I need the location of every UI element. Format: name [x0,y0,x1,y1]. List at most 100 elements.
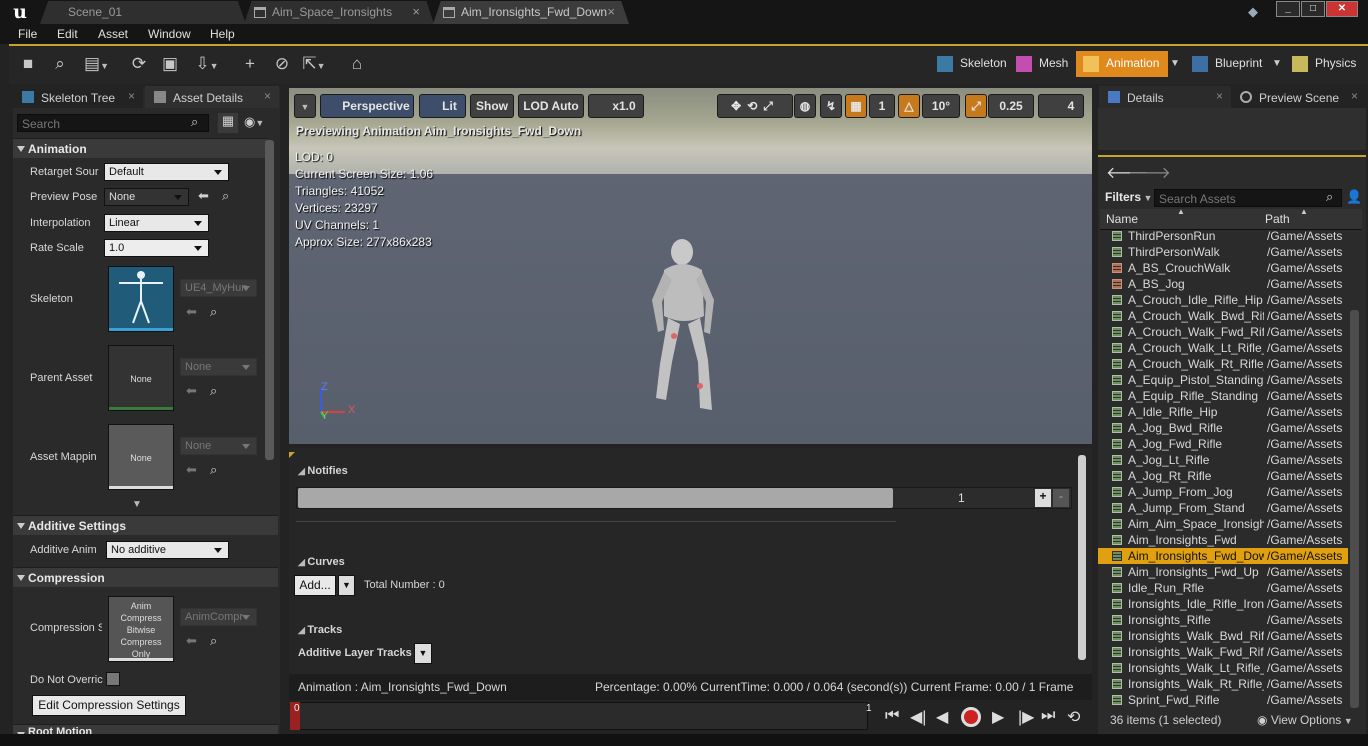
tab-scene[interactable]: Scene_01 [40,1,246,24]
playback-speed-button[interactable]: x1.0 [588,94,644,118]
close-icon[interactable]: × [607,4,615,19]
asset-row[interactable]: A_Jog_Bwd_Rifle/Game/Assets [1098,420,1348,436]
notify-track-bar[interactable] [298,488,893,508]
use-selected-icon[interactable]: ⬅ [186,383,197,399]
use-selected-icon[interactable]: ⬅ [198,188,209,204]
reimport-icon[interactable]: ▤▼ [84,52,109,76]
asset-row[interactable]: A_Crouch_Idle_Rifle_Hip/Game/Assets [1098,292,1348,308]
play-icon[interactable]: ▶ [992,707,1004,727]
menu-edit[interactable]: Edit [57,27,78,41]
remove-notify-track-button[interactable]: - [1053,489,1069,507]
preview-viewport[interactable]: Z Y X [289,88,1092,444]
chevron-down-icon[interactable]: ▼ [1272,58,1282,69]
category-animation[interactable]: Animation [13,138,267,158]
asset-row[interactable]: A_BS_Jog/Game/Assets [1098,276,1348,292]
grid-snap-value[interactable]: 1 [869,94,895,118]
use-selected-icon[interactable]: ⬅ [186,633,197,649]
asset-row[interactable]: Ironsights_Walk_Bwd_Rif/Game/Assets [1098,628,1348,644]
preview-pose-select[interactable]: None [104,188,189,206]
asset-mapping-thumbnail[interactable]: None [108,424,174,490]
browse-icon[interactable]: ⌕ [210,304,217,320]
close-icon[interactable]: × [1351,89,1358,103]
feedback-icon[interactable]: ◆ [1248,4,1264,20]
save-icon[interactable]: ■ [16,52,40,76]
asset-row[interactable]: Aim_Ironsights_Fwd_Dow/Game/Assets [1098,548,1348,564]
filters-button[interactable]: Filters ▼ [1105,190,1152,204]
edit-compression-button[interactable]: Edit Compression Settings [32,695,186,716]
use-selected-icon[interactable]: ⬅ [186,462,197,478]
column-name[interactable]: Name [1106,212,1138,226]
category-compression[interactable]: Compression [13,567,278,587]
user-icon[interactable]: 👤 [1346,189,1362,205]
maximize-button[interactable]: □ [1301,1,1325,17]
browse-icon[interactable]: ⌕ [210,633,217,649]
asset-row[interactable]: Idle_Run_Rfle/Game/Assets [1098,580,1348,596]
asset-row[interactable]: A_Jog_Rt_Rifle/Game/Assets [1098,468,1348,484]
apply-compression-icon[interactable]: ⇩▼ [195,52,219,76]
asset-row[interactable]: A_Jog_Fwd_Rifle/Game/Assets [1098,436,1348,452]
asset-row[interactable]: A_Crouch_Walk_Bwd_Rifl/Game/Assets [1098,308,1348,324]
parent-asset-select[interactable]: None [180,358,257,376]
asset-row[interactable]: ThirdPersonWalk/Game/Assets [1098,244,1348,260]
tab-preview-scene[interactable]: Preview Scene × [1231,86,1366,108]
rotation-snap-value[interactable]: 10° [922,94,960,118]
menu-asset[interactable]: Asset [98,27,128,41]
browse-icon[interactable]: ⌕ [210,383,217,399]
asset-row[interactable]: Ironsights_Walk_Rt_Rifle_/Game/Assets [1098,676,1348,692]
asset-row[interactable]: A_Idle_Rifle_Hip/Game/Assets [1098,404,1348,420]
mode-blueprint[interactable]: Blueprint [1185,51,1270,77]
asset-row[interactable]: A_BS_CrouchWalk/Game/Assets [1098,260,1348,276]
do-not-override-checkbox[interactable] [106,672,120,686]
add-notify-track-button[interactable]: + [1035,489,1051,507]
show-button[interactable]: Show [470,94,514,118]
tab-details[interactable]: Details × [1099,86,1231,108]
asset-row[interactable]: Ironsights_Rifle/Game/Assets [1098,612,1348,628]
browse-icon[interactable]: ⌕ [48,52,72,76]
remove-icon[interactable]: ⊘ [270,52,294,76]
asset-row[interactable]: A_Crouch_Walk_Lt_Rifle_/Game/Assets [1098,340,1348,356]
minimize-button[interactable]: _ [1276,1,1300,17]
chevron-down-icon[interactable]: ▼ [1170,58,1180,69]
interpolation-select[interactable]: Linear [104,214,209,232]
create-asset-icon[interactable]: ⟳ [127,52,151,76]
lod-button[interactable]: LOD Auto [518,94,584,118]
add-curve-button[interactable]: Add... [294,575,336,596]
asset-row[interactable]: A_Jump_From_Jog/Game/Assets [1098,484,1348,500]
mode-mesh[interactable]: Mesh [1009,51,1076,77]
asset-row[interactable]: A_Jog_Lt_Rifle/Game/Assets [1098,452,1348,468]
camera-speed-button[interactable]: 4 [1038,94,1084,118]
asset-row[interactable]: A_Equip_Rifle_Standing/Game/Assets [1098,388,1348,404]
tab-skeleton-tree[interactable]: Skeleton Tree × [13,86,143,108]
menu-file[interactable]: File [18,27,37,41]
asset-row[interactable]: ThirdPersonRun/Game/Assets [1098,228,1348,244]
menu-window[interactable]: Window [148,27,191,41]
world-local-icon[interactable]: ◍ [794,94,816,118]
asset-row[interactable]: Ironsights_Walk_Lt_Rifle_/Game/Assets [1098,660,1348,676]
eye-icon[interactable]: ◉▼ [244,114,264,130]
play-reverse-icon[interactable]: ◀ [936,707,948,727]
sequencer-scrollbar[interactable] [1078,455,1086,660]
asset-row[interactable]: Ironsights_Walk_Fwd_Rif/Game/Assets [1098,644,1348,660]
asset-list-scrollbar[interactable] [1350,310,1359,708]
additive-anim-select[interactable]: No additive [106,541,229,559]
scale-snap-value[interactable]: 0.25 [988,94,1034,118]
export-icon[interactable]: ▣ [158,52,182,76]
tab-aim-space[interactable]: Aim_Space_Ironsights × [244,1,434,24]
step-back-icon[interactable]: ◀︎| [910,707,926,727]
asset-row[interactable]: Ironsights_Idle_Rifle_Iron/Game/Assets [1098,596,1348,612]
column-path[interactable]: Path [1265,212,1290,226]
preview-mesh-icon[interactable]: ⇱▼ [302,52,326,76]
close-icon[interactable]: × [1216,89,1223,103]
search-assets-input[interactable]: Search Assets [1154,189,1342,207]
find-in-browser-icon[interactable]: ⌂ [345,52,369,76]
close-icon[interactable]: × [412,4,420,19]
chevron-down-icon[interactable]: ▼ [338,575,355,596]
tracks-section[interactable]: ◢ Tracks [298,624,342,636]
close-icon[interactable]: × [264,89,271,103]
asset-mapping-select[interactable]: None [180,437,257,455]
viewport-options-button[interactable]: ▼ [294,94,316,118]
asset-row[interactable]: A_Equip_Pistol_Standing/Game/Assets [1098,372,1348,388]
view-toggle-icon[interactable]: ▦ [218,113,238,133]
compression-thumbnail[interactable]: Anim Compress Bitwise Compress Only [108,596,174,662]
transform-tools[interactable]: ✥⟲⤢ [717,94,793,118]
